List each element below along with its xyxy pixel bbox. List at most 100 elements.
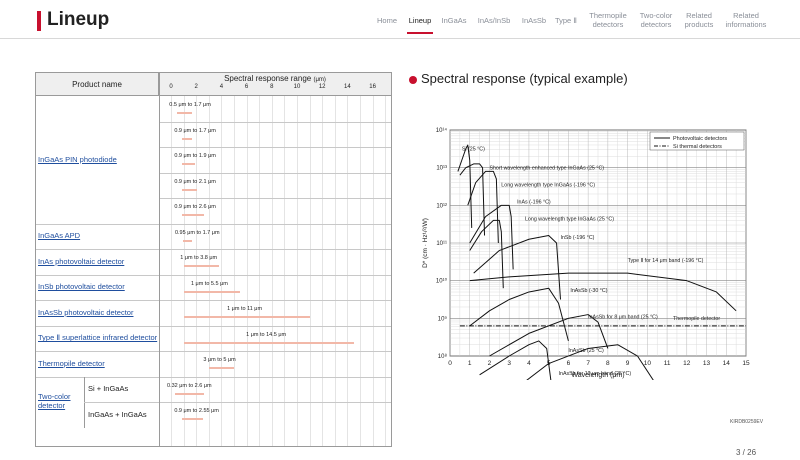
header-divider	[0, 38, 800, 39]
column-header-range: Spectral response range (μm) 0 2 4 6 8 10 12 14…	[159, 73, 391, 96]
curve-annotation: Si (25 °C)	[462, 147, 485, 153]
range-label: 1 μm to 3.8 μm	[180, 255, 218, 261]
x-tick-label: 14	[723, 360, 731, 367]
two-color-sub-label: InGaAs + InGaAs	[88, 409, 147, 419]
sub-row-divider	[159, 172, 391, 174]
y-tick-label: 10⁸	[438, 353, 448, 360]
sub-row-divider	[159, 198, 391, 199]
range-bar	[183, 316, 310, 318]
range-bar	[183, 290, 241, 293]
nav-item-home[interactable]: Home	[374, 8, 400, 32]
range-grid-line	[208, 96, 210, 446]
nav-item-inas-insb[interactable]: InAs/InSb	[476, 8, 512, 32]
range-label: 0.95 μm to 1.7 μm	[174, 229, 220, 236]
sub-row-divider	[159, 121, 391, 123]
product-link-insb-photovoltaic-detector[interactable]: InSb photovoltaic detector	[38, 282, 158, 291]
curve-annotation: Short wavelength enhanced type InGaAs (2…	[489, 166, 604, 172]
range-label: 0.9 μm to 1.7 μm	[174, 127, 216, 134]
x-tick-label: 1	[468, 360, 472, 367]
product-link-inas-photovoltaic-detector[interactable]: InAs photovoltaic detector	[38, 257, 158, 266]
x-tick-label: 4	[527, 360, 531, 367]
curve-annotation: Thermopile detector	[673, 316, 720, 322]
range-grid-line	[284, 96, 286, 446]
range-grid-line	[171, 96, 172, 446]
spectral-response-chart: 0 1 2 3 4 5 6 7 8 9 10 11 12 13 14 1510⁸10⁹10¹⁰10¹¹10¹²…	[422, 127, 750, 380]
product-link-two-color-detector[interactable]: Two-color detector	[38, 392, 82, 410]
range-bar	[177, 112, 193, 114]
nav-item-type-[interactable]: Type Ⅱ	[554, 8, 578, 32]
y-tick-label: 10¹¹	[436, 241, 447, 247]
range-label: 1 μm to 11 μm	[227, 306, 263, 312]
lineup-table: Product name Spectral response range (μm…	[35, 72, 392, 447]
curve-annotation: InAsSb (-30 °C)	[570, 288, 607, 294]
range-grid-line	[360, 96, 361, 446]
range-tick-label: 4	[219, 84, 224, 90]
y-axis-label: D* (cm · Hz¹/²/W)	[422, 218, 429, 268]
range-label: 0.5 μm to 1.7 μm	[169, 102, 211, 108]
range-tick-label: 14	[344, 84, 351, 90]
x-tick-label: 6	[567, 360, 571, 367]
product-row-divider	[36, 274, 391, 276]
curve-annotation: InAsSb (25 °C)	[568, 348, 604, 354]
range-grid-line	[271, 96, 273, 446]
product-link-ingaas-pin-photodiode[interactable]: InGaAs PIN photodiode	[38, 155, 158, 164]
nav-item-related[interactable]: Related informations	[722, 8, 770, 32]
range-grid-line	[322, 96, 324, 446]
range-label: 0.9 μm to 2.6 μm	[174, 204, 216, 210]
nav-item-related[interactable]: Related products	[682, 8, 716, 32]
range-grid-line	[221, 96, 223, 446]
product-link-thermopile-detector[interactable]: Thermopile detector	[38, 359, 158, 368]
legend-label: Si thermal detectors	[673, 144, 722, 150]
page-number: 3 / 26	[736, 448, 757, 457]
range-grid-line	[234, 96, 235, 446]
x-tick-label: 3	[507, 360, 511, 367]
page-title: Lineup	[47, 9, 110, 30]
section-title: Spectral response (typical example)	[421, 71, 628, 86]
range-bar	[182, 163, 195, 165]
range-label: 0.9 μm to 2.55 μm	[174, 408, 219, 414]
product-row-divider	[36, 249, 391, 250]
range-bar	[183, 265, 219, 267]
nav-item-lineup[interactable]: Lineup	[407, 8, 433, 34]
curve-annotation: Long wavelength type InGaAs (-196 °C)	[501, 183, 595, 189]
range-grid-line	[334, 96, 336, 446]
chart-code: KIRDB0259EV	[730, 419, 764, 425]
range-grid-line	[372, 96, 374, 446]
two-color-sub-label: Si + InGaAs	[88, 384, 129, 394]
product-row-divider	[36, 351, 391, 352]
nav-item-inassb[interactable]: InAsSb	[520, 8, 548, 32]
nav-item-ingaas[interactable]: InGaAs	[440, 8, 468, 32]
range-tick-label: 8	[270, 84, 274, 90]
range-grid-line	[297, 96, 298, 446]
y-tick-label: 10¹²	[436, 203, 447, 209]
nav-item-two-color[interactable]: Two-color detectors	[636, 8, 676, 32]
range-header-label: Spectral response range	[224, 74, 312, 83]
range-label: 0.9 μm to 2.1 μm	[174, 178, 216, 185]
x-tick-label: 0	[448, 360, 452, 367]
product-link-type-superlattice-infrared-detector[interactable]: Type Ⅱ superlattice infrared detector	[38, 333, 158, 342]
x-tick-label: 15	[742, 360, 750, 367]
curve-annotation: Long wavelength type InGaAs (25 °C)	[525, 216, 614, 222]
curve-annotation: InAsSb for 8 μm band (25 °C)	[588, 314, 658, 320]
y-tick-label: 10⁹	[438, 315, 448, 322]
product-link-ingaas-apd[interactable]: InGaAs APD	[38, 231, 158, 240]
x-tick-label: 10	[644, 360, 652, 367]
title-accent-bar	[37, 11, 41, 31]
range-bar	[182, 418, 204, 420]
range-header-title: Spectral response range (μm)	[159, 74, 391, 83]
product-link-inassb-photovoltaic-detector[interactable]: InAsSb photovoltaic detector	[38, 308, 158, 317]
y-tick-label: 10¹⁴	[436, 127, 448, 134]
range-bar	[182, 188, 198, 191]
range-bar	[182, 239, 193, 242]
column-divider	[159, 73, 160, 446]
sub-row-divider	[84, 402, 391, 403]
x-tick-label: 8	[606, 360, 610, 367]
page-header: Lineup Home Lineup InGaAs InAs/InSb InAsSb Ty…	[0, 0, 800, 38]
section-bullet	[409, 76, 417, 84]
range-grid-line	[309, 96, 311, 446]
y-tick-label: 10¹⁰	[436, 278, 448, 285]
range-bar	[208, 367, 234, 369]
nav-item-thermopile[interactable]: Thermopile detectors	[588, 8, 628, 32]
x-tick-label: 2	[488, 360, 492, 367]
top-nav: Home Lineup InGaAs InAs/InSb InAsSb Type Ⅱ The…	[360, 8, 780, 34]
